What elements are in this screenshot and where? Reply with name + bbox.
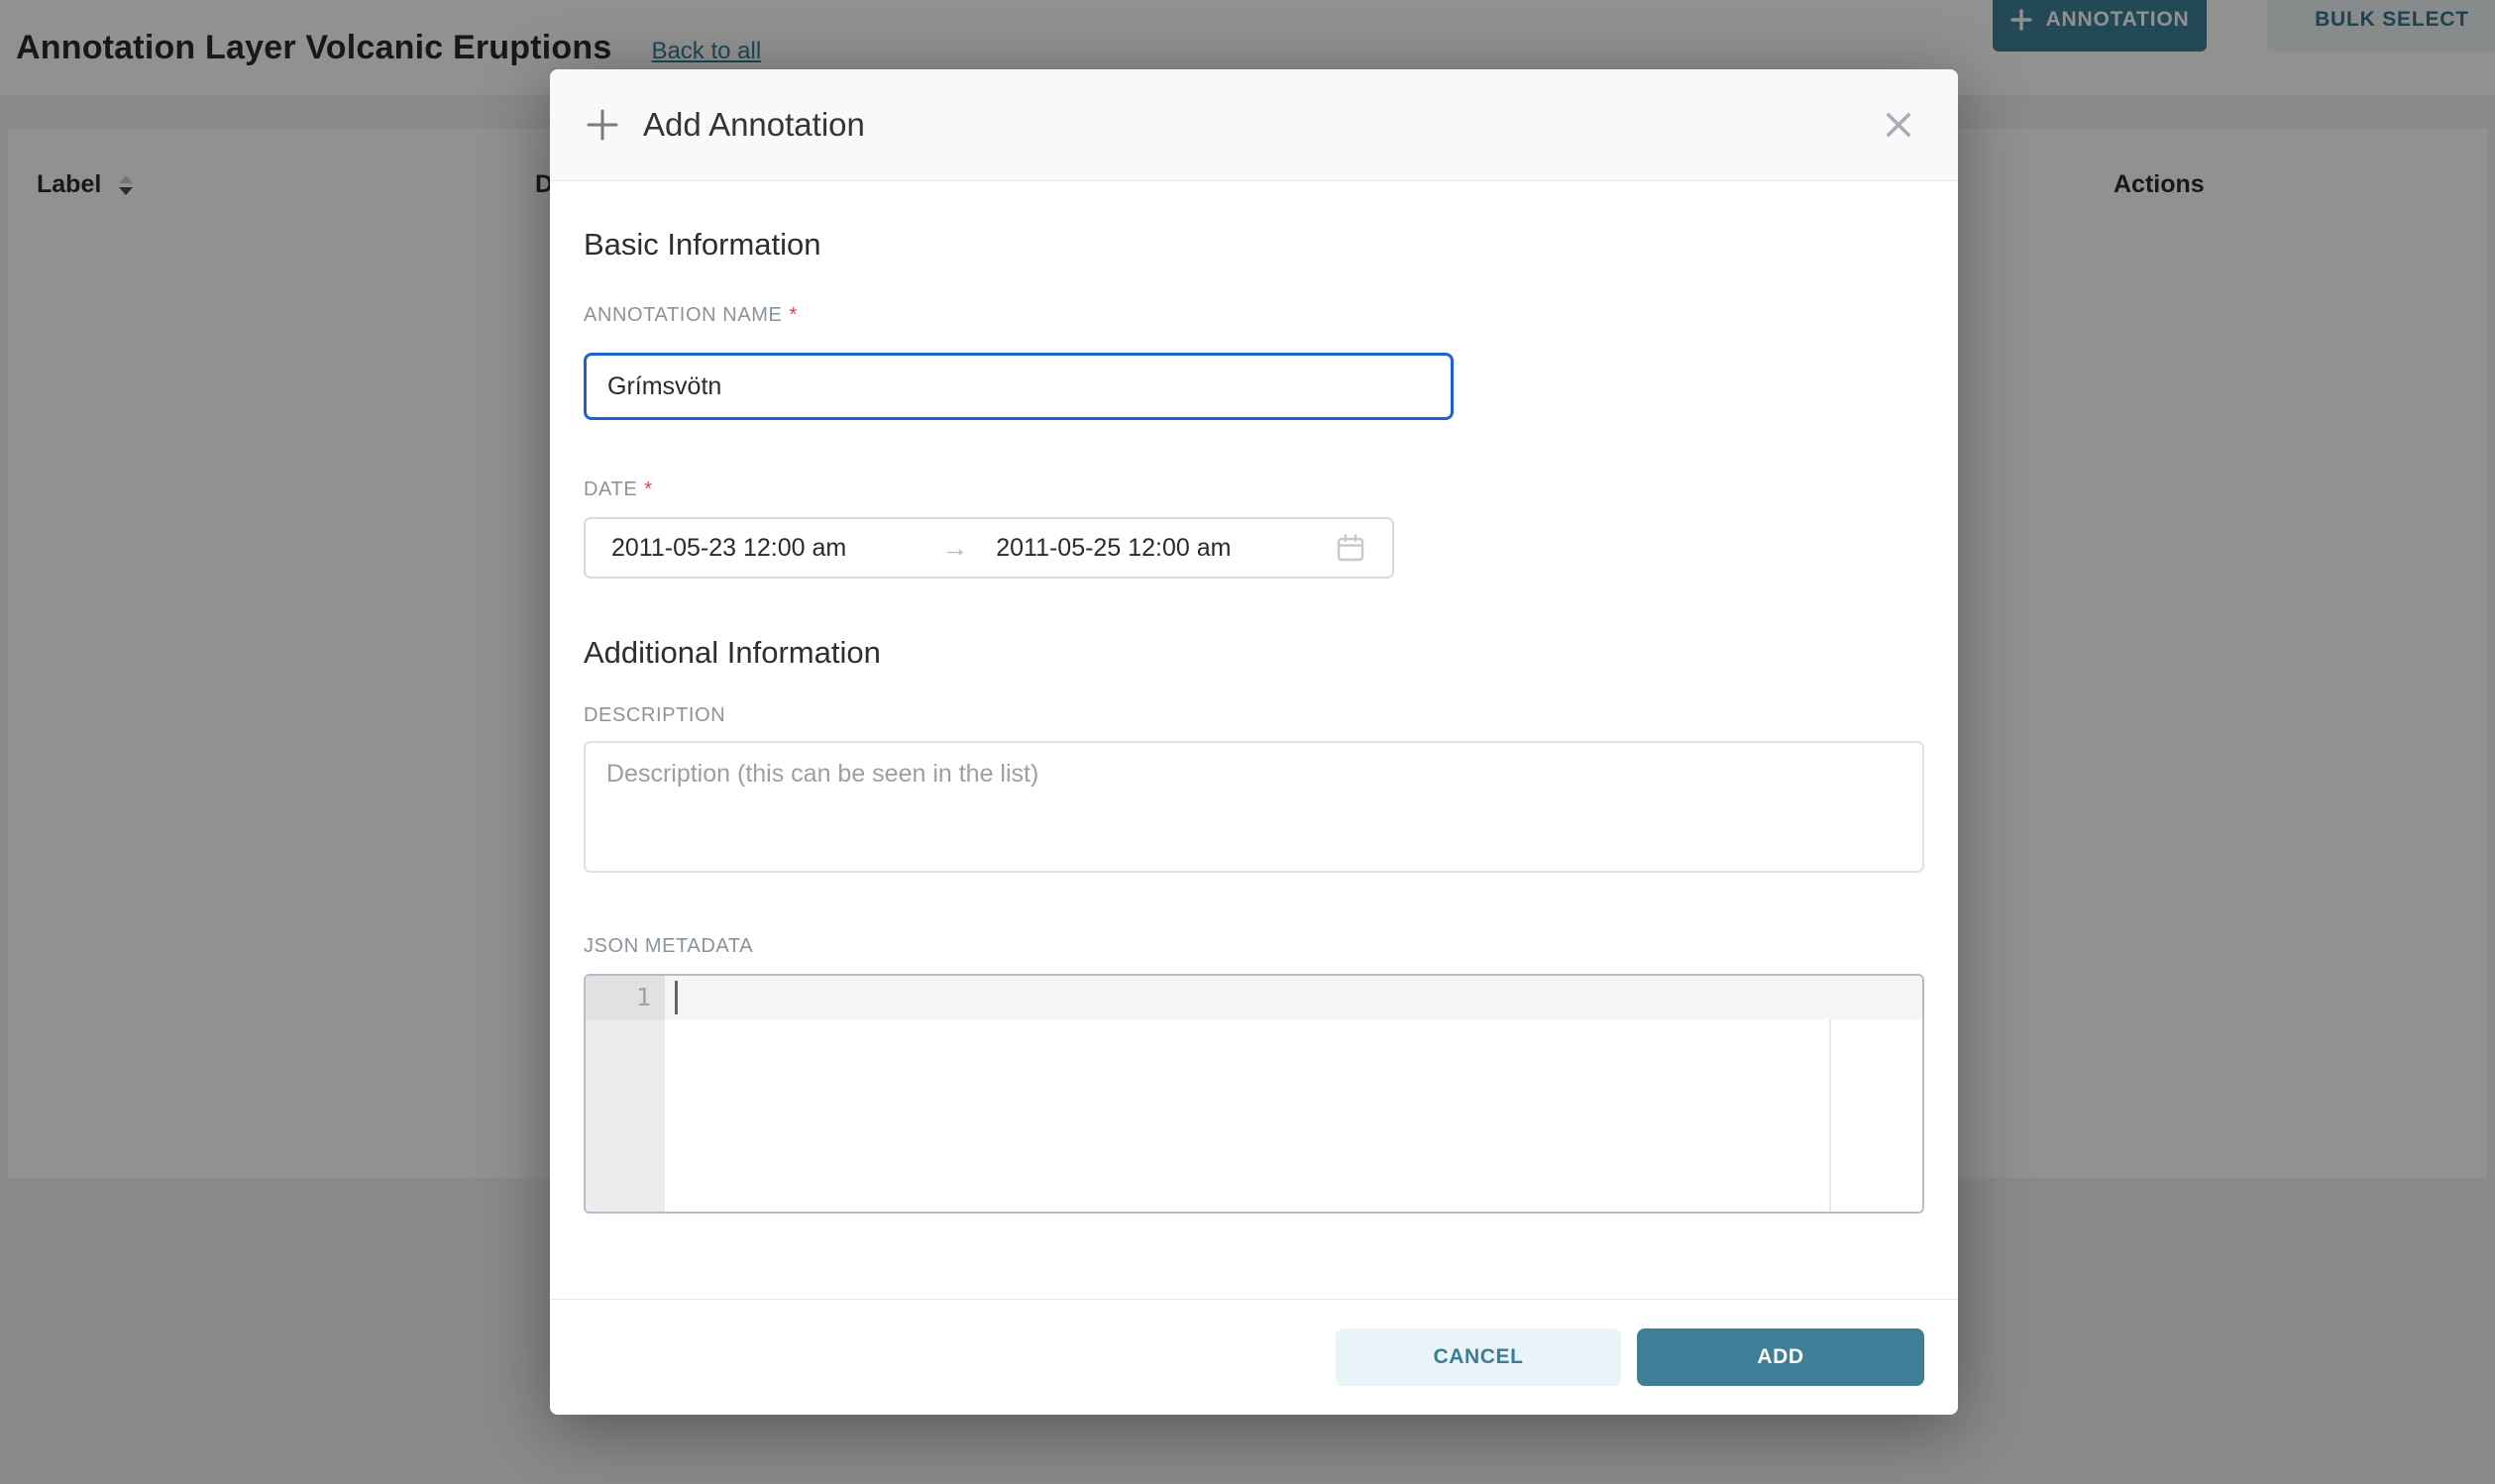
modal-footer: CANCEL ADD — [550, 1299, 1958, 1415]
modal-close-button[interactable] — [1883, 109, 1914, 141]
modal-body: Basic Information ANNOTATION NAME * DATE *… — [550, 181, 1958, 1214]
editor-active-line — [665, 976, 1922, 1019]
calendar-outline-icon[interactable] — [1335, 532, 1366, 564]
annotation-name-label: ANNOTATION NAME * — [584, 303, 1924, 327]
annotation-name-input[interactable] — [584, 353, 1454, 420]
section-title-additional: Additional Information — [584, 634, 1924, 672]
screen: Annotation Layer Volcanic Eruptions Back… — [0, 0, 2495, 1484]
plus-icon — [586, 108, 619, 142]
right-arrow-icon: → — [941, 533, 968, 564]
cancel-button[interactable]: CANCEL — [1336, 1328, 1621, 1386]
add-button[interactable]: ADD — [1637, 1328, 1924, 1386]
section-title-basic: Basic Information — [584, 181, 1924, 264]
annotation-name-label-text: ANNOTATION NAME — [584, 304, 782, 326]
date-range-picker[interactable]: 2011-05-23 12:00 am → 2011-05-25 12:00 a… — [584, 517, 1394, 579]
description-label: DESCRIPTION — [584, 703, 1924, 727]
date-end-value[interactable]: 2011-05-25 12:00 am — [996, 534, 1231, 563]
editor-line-number: 1 — [586, 976, 665, 1019]
date-start-value[interactable]: 2011-05-23 12:00 am — [611, 534, 846, 563]
json-metadata-label: JSON METADATA — [584, 934, 1924, 958]
description-textarea[interactable] — [584, 741, 1924, 873]
modal-title: Add Annotation — [643, 106, 865, 144]
add-annotation-modal: Add Annotation Basic Information ANNOTAT… — [550, 69, 1958, 1415]
close-x-icon — [1883, 109, 1914, 141]
required-asterisk: * — [644, 478, 652, 500]
json-metadata-editor[interactable]: 1 — [584, 974, 1924, 1214]
required-asterisk: * — [789, 304, 797, 326]
date-label-text: DATE — [584, 478, 637, 500]
modal-header: Add Annotation — [550, 69, 1958, 181]
date-label: DATE * — [584, 477, 1924, 501]
editor-text-cursor — [675, 981, 678, 1014]
editor-print-margin — [1829, 1019, 1831, 1212]
